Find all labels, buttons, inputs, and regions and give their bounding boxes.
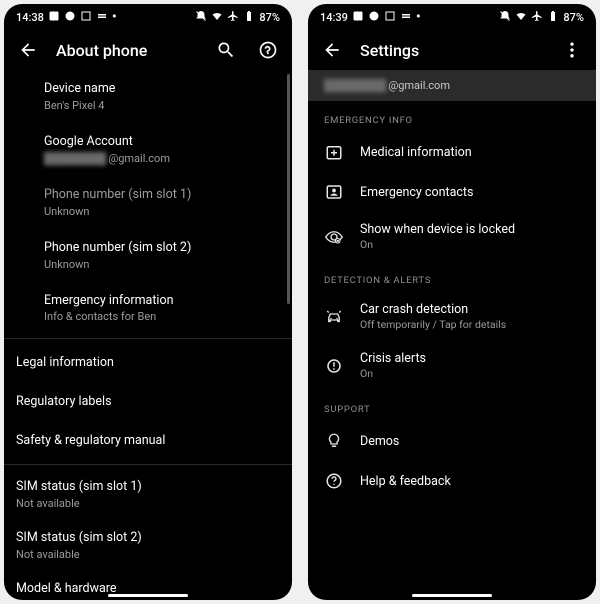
item-sim-status-1[interactable]: SIM status (sim slot 1) Not available	[16, 469, 292, 520]
item-google-account[interactable]: Google Account ████████@gmail.com	[44, 123, 292, 176]
settings-list: Emergency info Medical information Emerg…	[308, 101, 596, 600]
dnd-icon	[195, 10, 207, 25]
section-header: Support	[308, 390, 596, 421]
overflow-dot: •	[416, 11, 421, 23]
item-regulatory[interactable]: Regulatory labels	[4, 382, 292, 421]
alert-icon	[324, 356, 344, 376]
status-bar: 14:39 • 87%	[308, 4, 596, 30]
nav-handle[interactable]	[108, 594, 188, 597]
battery-pct: 87%	[259, 11, 280, 24]
back-button[interactable]	[14, 36, 42, 64]
row-car-crash[interactable]: Car crash detection Off temporarily / Ta…	[308, 292, 596, 341]
bulb-icon	[324, 431, 344, 451]
row-demos[interactable]: Demos	[308, 421, 596, 461]
account-bar[interactable]: ████████@gmail.com	[308, 70, 596, 101]
car-crash-icon	[324, 307, 344, 327]
overflow-button[interactable]	[558, 36, 586, 64]
item-legal[interactable]: Legal information	[4, 343, 292, 382]
divider	[4, 464, 292, 465]
notif-icon	[384, 10, 396, 25]
medical-icon	[324, 142, 344, 162]
battery-pct: 87%	[563, 11, 584, 24]
battery-icon	[243, 10, 255, 25]
airplane-icon	[531, 10, 543, 25]
notif-icon	[64, 10, 76, 25]
item-emergency-info[interactable]: Emergency information Info & contacts fo…	[44, 282, 292, 335]
appbar: About phone	[4, 30, 292, 70]
battery-icon	[547, 10, 559, 25]
item-safety-manual[interactable]: Safety & regulatory manual	[4, 421, 292, 460]
notif-icon	[368, 10, 380, 25]
contacts-icon	[324, 182, 344, 202]
help-icon	[324, 471, 344, 491]
notif-icon	[96, 10, 108, 25]
dnd-icon	[499, 10, 511, 25]
row-emergency-contacts[interactable]: Emergency contacts	[308, 172, 596, 212]
row-show-locked[interactable]: Show when device is locked On	[308, 212, 596, 261]
notif-icon	[352, 10, 364, 25]
page-title: Settings	[360, 41, 544, 60]
search-button[interactable]	[212, 36, 240, 64]
airplane-icon	[227, 10, 239, 25]
scrollbar[interactable]	[287, 74, 290, 304]
phone-about: 14:38 • 87% About phone Device name Ben'…	[4, 4, 292, 600]
notif-icon	[48, 10, 60, 25]
divider	[4, 338, 292, 339]
notif-icon	[80, 10, 92, 25]
row-crisis-alerts[interactable]: Crisis alerts On	[308, 341, 596, 390]
section-header: Detection & alerts	[308, 261, 596, 292]
eye-lock-icon	[324, 227, 344, 247]
clock: 14:39	[320, 11, 348, 24]
row-help-feedback[interactable]: Help & feedback	[308, 461, 596, 501]
clock: 14:38	[16, 11, 44, 24]
item-sim-status-2[interactable]: SIM status (sim slot 2) Not available	[16, 520, 292, 571]
page-title: About phone	[56, 41, 198, 60]
appbar: Settings	[308, 30, 596, 70]
row-medical-info[interactable]: Medical information	[308, 132, 596, 172]
notif-icon	[400, 10, 412, 25]
nav-handle[interactable]	[412, 594, 492, 597]
item-device-name[interactable]: Device name Ben's Pixel 4	[44, 70, 292, 123]
overflow-dot: •	[112, 11, 117, 23]
about-list: Device name Ben's Pixel 4 Google Account…	[4, 70, 292, 600]
phone-settings: 14:39 • 87% Settings ████████@gmail.com …	[308, 4, 596, 600]
status-bar: 14:38 • 87%	[4, 4, 292, 30]
back-button[interactable]	[318, 36, 346, 64]
item-phone-sim1[interactable]: Phone number (sim slot 1) Unknown	[44, 176, 292, 229]
item-phone-sim2[interactable]: Phone number (sim slot 2) Unknown	[44, 229, 292, 282]
section-header: Emergency info	[308, 101, 596, 132]
help-button[interactable]	[254, 36, 282, 64]
wifi-icon	[211, 10, 223, 25]
wifi-icon	[515, 10, 527, 25]
